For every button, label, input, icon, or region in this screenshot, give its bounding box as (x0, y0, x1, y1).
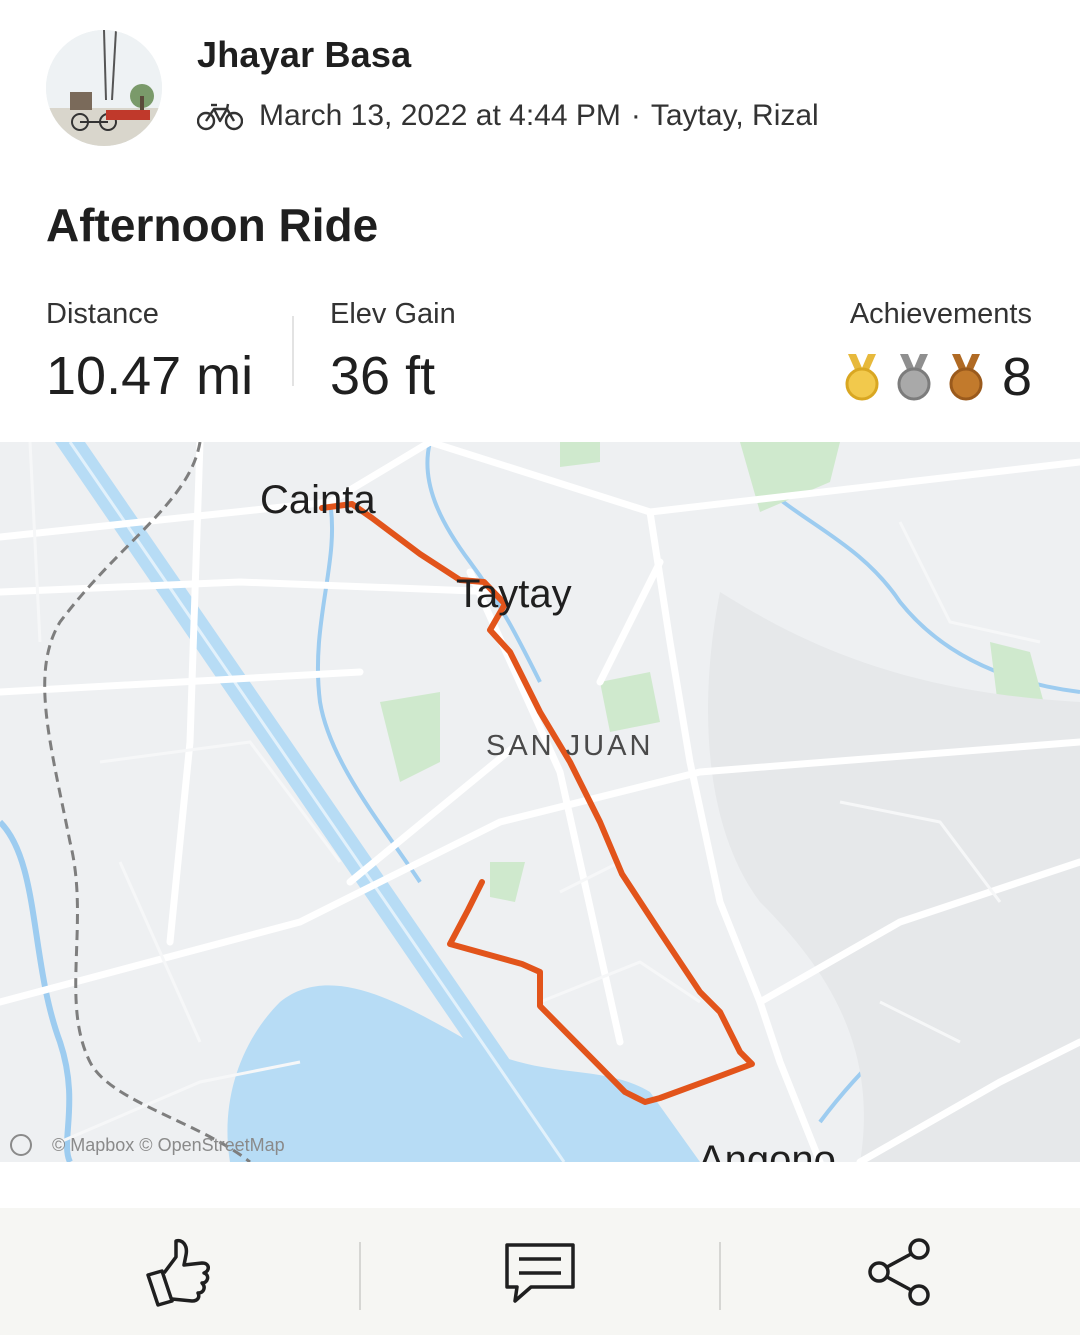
route-map[interactable]: Cainta Taytay SAN JUAN Angono © Mapbox ©… (0, 442, 1080, 1162)
mapbox-logo-icon (10, 1134, 32, 1156)
map-attribution[interactable]: © Mapbox © OpenStreetMap (10, 1134, 285, 1156)
activity-date: March 13, 2022 at 4:44 PM (259, 99, 621, 132)
place-label-cainta: Cainta (260, 478, 376, 522)
stat-divider (292, 316, 294, 386)
elevation-value: 36 ft (330, 346, 436, 406)
map-canvas (0, 442, 1080, 1162)
thumbs-up-icon (146, 1238, 210, 1307)
bike-icon (197, 103, 243, 131)
comment-icon (505, 1242, 575, 1303)
athlete-name[interactable]: Jhayar Basa (197, 34, 411, 76)
place-label-san-juan: SAN JUAN (486, 730, 654, 762)
activity-stats: Distance 10.47 mi Elev Gain 36 ft Achiev… (0, 290, 1080, 420)
gold-medal-icon (845, 354, 879, 401)
comment-button[interactable] (361, 1208, 719, 1335)
distance-label: Distance (46, 298, 159, 330)
achievements-count: 8 (1001, 347, 1032, 407)
action-bar (0, 1208, 1080, 1335)
activity-header: Jhayar Basa March 13, 2022 at 4:44 PM · … (0, 0, 1080, 180)
elevation-stat: Elev Gain 36 ft (330, 298, 456, 407)
place-label-angono: Angono (698, 1138, 836, 1162)
silver-medal-icon (897, 354, 931, 401)
achievements-label: Achievements (849, 298, 1032, 330)
achievements-row[interactable]: 8 (830, 346, 1032, 408)
activity-meta: March 13, 2022 at 4:44 PM · Taytay, Riza… (197, 96, 819, 136)
share-icon (868, 1237, 930, 1306)
athlete-avatar[interactable] (46, 30, 162, 146)
place-label-taytay: Taytay (456, 572, 572, 616)
kudos-button[interactable] (0, 1208, 358, 1335)
elevation-label: Elev Gain (330, 298, 456, 330)
distance-value: 10.47 mi (46, 346, 254, 406)
activity-location: Taytay, Rizal (650, 99, 819, 132)
share-button[interactable] (721, 1208, 1079, 1335)
meta-separator: · (630, 99, 641, 132)
attribution-text: © Mapbox © OpenStreetMap (52, 1134, 285, 1155)
distance-stat: Distance 10.47 mi (46, 298, 253, 407)
activity-title[interactable]: Afternoon Ride (46, 198, 378, 252)
bronze-medal-icon (949, 354, 983, 401)
